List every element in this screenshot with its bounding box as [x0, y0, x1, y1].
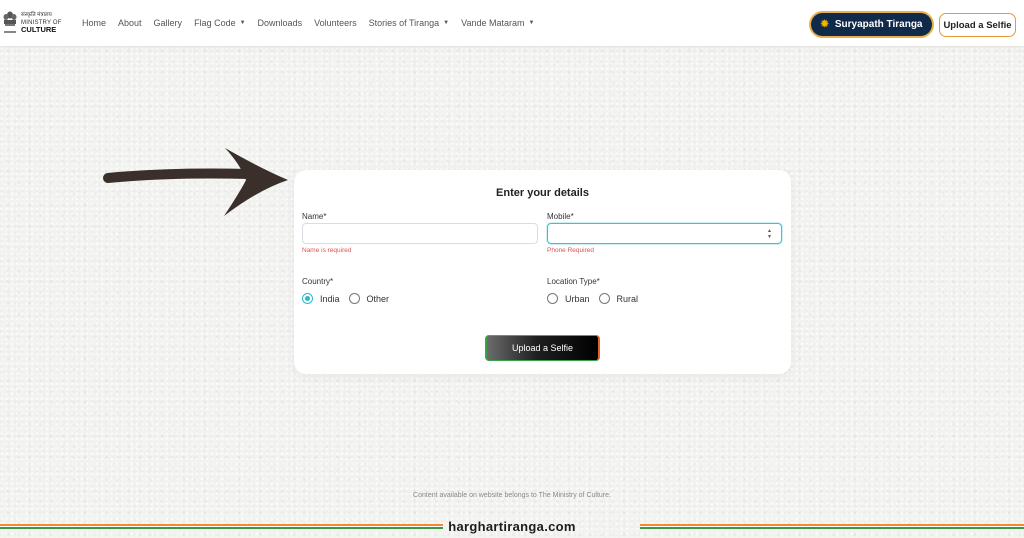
location-urban-radio[interactable] [547, 293, 558, 304]
details-form-card: Enter your details Name* Name is require… [294, 170, 791, 374]
number-spinner-icon[interactable]: ▲ ▼ [766, 227, 773, 240]
pointer-arrow-icon [103, 148, 288, 216]
nav-volunteers[interactable]: Volunteers [314, 18, 357, 28]
logo-hindi-text: संस्कृति मंत्रालय [21, 12, 52, 18]
upload-selfie-header-button[interactable]: Upload a Selfie [939, 13, 1016, 37]
chevron-down-icon: ▼ [528, 20, 535, 26]
top-navbar: संस्कृति मंत्रालय MINISTRY OF CULTURE Ho… [0, 0, 1024, 46]
main-nav: Home About Gallery Flag Code ▼ Downloads … [82, 0, 546, 46]
nav-vande-mataram[interactable]: Vande Mataram ▼ [461, 18, 534, 28]
name-label: Name* [302, 212, 327, 221]
upload-selfie-submit-button[interactable]: Upload a Selfie [485, 335, 600, 361]
location-type-radio-group: Urban Rural [547, 293, 647, 304]
sun-icon: ✹ [820, 19, 829, 30]
mobile-label: Mobile* [547, 212, 574, 221]
chevron-down-icon: ▼ [239, 20, 246, 26]
copyright-note: Content available on website belongs to … [413, 492, 611, 499]
location-type-label: Location Type* [547, 277, 600, 286]
country-radio-group: India Other [302, 293, 398, 304]
mobile-input[interactable]: ▲ ▼ [547, 223, 782, 244]
nav-gallery[interactable]: Gallery [154, 18, 183, 28]
nav-flag-code[interactable]: Flag Code ▼ [194, 18, 245, 28]
country-india-label[interactable]: India [320, 294, 340, 304]
ministry-logo[interactable]: संस्कृति मंत्रालय MINISTRY OF CULTURE [2, 9, 62, 37]
location-rural-radio[interactable] [598, 293, 610, 304]
country-other-radio[interactable] [348, 293, 360, 304]
country-other-label[interactable]: Other [367, 294, 390, 304]
logo-line2: CULTURE [21, 24, 57, 34]
suryapath-tiranga-button[interactable]: ✹ Suryapath Tiranga [811, 13, 932, 36]
nav-stories-of-tiranga[interactable]: Stories of Tiranga ▼ [369, 18, 450, 28]
country-label: Country* [302, 277, 334, 286]
nav-downloads[interactable]: Downloads [258, 18, 303, 28]
location-rural-label[interactable]: Rural [617, 294, 639, 304]
nav-about[interactable]: About [118, 18, 142, 28]
mobile-error: Phone Required [547, 247, 594, 254]
chevron-down-icon: ▼ [443, 20, 450, 26]
site-url[interactable]: harghartiranga.com [0, 519, 1024, 534]
name-error: Name is required [302, 247, 352, 254]
form-title: Enter your details [496, 187, 589, 199]
country-india-radio[interactable] [302, 293, 313, 304]
national-emblem-icon [3, 11, 17, 33]
name-input[interactable] [302, 223, 538, 244]
nav-home[interactable]: Home [82, 18, 106, 28]
location-urban-label[interactable]: Urban [565, 294, 590, 304]
